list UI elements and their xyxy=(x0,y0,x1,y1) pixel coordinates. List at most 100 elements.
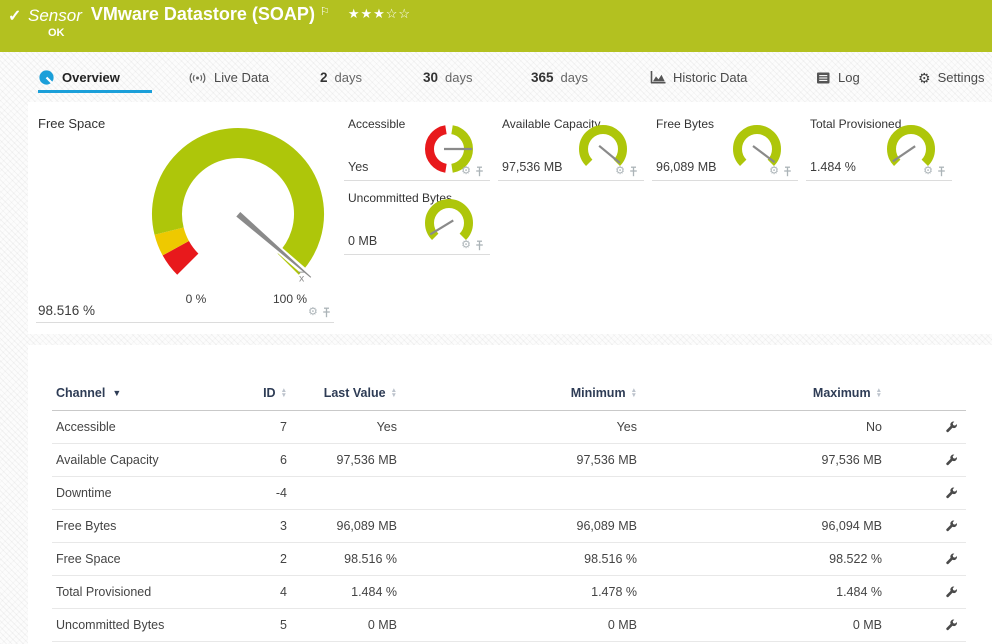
main-gauge-title: Free Space xyxy=(38,116,105,131)
priority-stars[interactable]: ★★★☆☆ xyxy=(348,4,411,22)
column-header-minimum[interactable]: Minimum ▲▼ xyxy=(402,386,642,400)
channel-row[interactable]: Downtime-4 xyxy=(52,477,966,510)
channel-name[interactable]: Free Space xyxy=(52,552,232,566)
sensor-status-banner: ✓ Sensor VMware Datastore (SOAP) ⚐ ★★★☆☆… xyxy=(0,0,992,52)
prtg-sensor-overview-page: { "colors": { "banner_green": "#b3c120",… xyxy=(0,0,992,644)
tab-label: Historic Data xyxy=(673,70,747,85)
channel-last: 1.484 % xyxy=(292,585,402,599)
tab-label: days xyxy=(561,70,588,85)
column-header-id[interactable]: ID ▲▼ xyxy=(232,386,292,400)
column-label: ID xyxy=(263,386,276,400)
channel-name[interactable]: Total Provisioned xyxy=(52,585,232,599)
channel-edit[interactable] xyxy=(887,487,966,500)
channel-row[interactable]: Total Provisioned41.484 %1.478 %1.484 % xyxy=(52,576,966,609)
pin-icon[interactable] xyxy=(629,166,638,177)
flag-icon[interactable]: ⚐ xyxy=(320,4,330,18)
tab-label: days xyxy=(335,70,362,85)
pin-icon[interactable] xyxy=(783,166,792,177)
channel-row[interactable]: Uncommitted Bytes50 MB0 MB0 MB xyxy=(52,609,966,642)
tab-live-data[interactable]: Live Data xyxy=(188,62,269,93)
channel-name[interactable]: Uncommitted Bytes xyxy=(52,618,232,632)
tab-30-days[interactable]: 30 days xyxy=(423,62,473,93)
gauge-settings-gear-icon[interactable]: ⚙ xyxy=(308,307,318,318)
status-badge: OK xyxy=(48,27,65,39)
gauge-value: 0 MB xyxy=(348,234,377,248)
gauge-settings-gear-icon[interactable]: ⚙ xyxy=(923,166,933,177)
channel-name[interactable]: Downtime xyxy=(52,486,232,500)
tab-bar: Overview Live Data 2 days 30 days 365 da… xyxy=(0,62,992,93)
pin-icon[interactable] xyxy=(937,166,946,177)
channel-name[interactable]: Available Capacity xyxy=(52,453,232,467)
channel-max: No xyxy=(642,420,887,434)
gauge-settings-gear-icon[interactable]: ⚙ xyxy=(461,166,471,177)
pin-icon[interactable] xyxy=(475,240,484,251)
channel-edit[interactable] xyxy=(887,586,966,599)
table-header-row: Channel ▼ ID ▲▼ Last Value ▲▼ Minimum ▲▼… xyxy=(52,375,966,411)
gauge-icon xyxy=(38,69,55,86)
edit-channel-icon[interactable] xyxy=(945,454,958,467)
sort-icon: ▲▼ xyxy=(281,388,287,398)
column-label: Channel xyxy=(56,386,105,400)
tab-365-days[interactable]: 365 days xyxy=(531,62,588,93)
channel-name[interactable]: Free Bytes xyxy=(52,519,232,533)
tab-historic-data[interactable]: Historic Data xyxy=(650,62,747,93)
gauge-value: 97,536 MB xyxy=(502,160,562,174)
channel-min: Yes xyxy=(402,420,642,434)
tab-label: Log xyxy=(838,70,860,85)
channel-edit[interactable] xyxy=(887,421,966,434)
sort-icon: ▲▼ xyxy=(876,388,882,398)
tab-overview[interactable]: Overview xyxy=(38,62,152,93)
main-gauge-value: 98.516 % xyxy=(38,303,95,318)
gauge-value: 1.484 % xyxy=(810,160,856,174)
gauge-settings-gear-icon[interactable]: ⚙ xyxy=(615,166,625,177)
pin-icon[interactable] xyxy=(475,166,484,177)
gauge-card-available-capacity: Available Capacity 97,536 MB ⚙ xyxy=(498,115,646,181)
gauge-settings-gear-icon[interactable]: ⚙ xyxy=(769,166,779,177)
tab-log[interactable]: Log xyxy=(816,62,860,93)
edit-channel-icon[interactable] xyxy=(945,421,958,434)
tab-settings[interactable]: ⚙ Settings xyxy=(918,62,985,93)
log-list-icon xyxy=(816,71,831,85)
edit-channel-icon[interactable] xyxy=(945,619,958,632)
channel-row[interactable]: Free Bytes396,089 MB96,089 MB96,094 MB xyxy=(52,510,966,543)
edit-channel-icon[interactable] xyxy=(945,586,958,599)
status-check-icon: ✓ xyxy=(8,6,21,26)
edit-channel-icon[interactable] xyxy=(945,553,958,566)
tab-label: Live Data xyxy=(214,70,269,85)
sort-desc-icon: ▼ xyxy=(112,388,121,398)
channel-edit[interactable] xyxy=(887,520,966,533)
channel-row[interactable]: Accessible7YesYesNo xyxy=(52,411,966,444)
column-header-maximum[interactable]: Maximum ▲▼ xyxy=(642,386,887,400)
column-header-last-value[interactable]: Last Value ▲▼ xyxy=(292,386,402,400)
channel-last: 97,536 MB xyxy=(292,453,402,467)
tab-label: Overview xyxy=(62,70,120,85)
column-label: Last Value xyxy=(324,386,386,400)
sort-icon: ▲▼ xyxy=(631,388,637,398)
gauge-card-accessible: Accessible Yes ⚙ xyxy=(344,115,492,181)
gauge-title: Accessible xyxy=(348,117,405,131)
channel-id: 3 xyxy=(232,519,292,533)
divider xyxy=(344,180,490,181)
channel-id: 4 xyxy=(232,585,292,599)
channel-row[interactable]: Free Space298.516 %98.516 %98.522 % xyxy=(52,543,966,576)
channel-row[interactable]: Available Capacity697,536 MB97,536 MB97,… xyxy=(52,444,966,477)
column-header-channel[interactable]: Channel ▼ xyxy=(52,386,232,400)
channel-min: 98.516 % xyxy=(402,552,642,566)
channel-edit[interactable] xyxy=(887,553,966,566)
edit-channel-icon[interactable] xyxy=(945,487,958,500)
edit-channel-icon[interactable] xyxy=(945,520,958,533)
channel-id: 7 xyxy=(232,420,292,434)
gauge-min-label: 0 % xyxy=(166,292,226,306)
gauge-settings-gear-icon[interactable]: ⚙ xyxy=(461,240,471,251)
tab-label: Settings xyxy=(938,70,985,85)
pin-icon[interactable] xyxy=(322,307,331,318)
channel-edit[interactable] xyxy=(887,619,966,632)
object-kind-label: Sensor xyxy=(28,4,82,26)
broadcast-icon xyxy=(188,71,207,85)
channel-min: 1.478 % xyxy=(402,585,642,599)
channel-last: 0 MB xyxy=(292,618,402,632)
channel-edit[interactable] xyxy=(887,454,966,467)
tab-2-days[interactable]: 2 days xyxy=(320,62,362,93)
gauge-title: Free Bytes xyxy=(656,117,714,131)
channel-name[interactable]: Accessible xyxy=(52,420,232,434)
